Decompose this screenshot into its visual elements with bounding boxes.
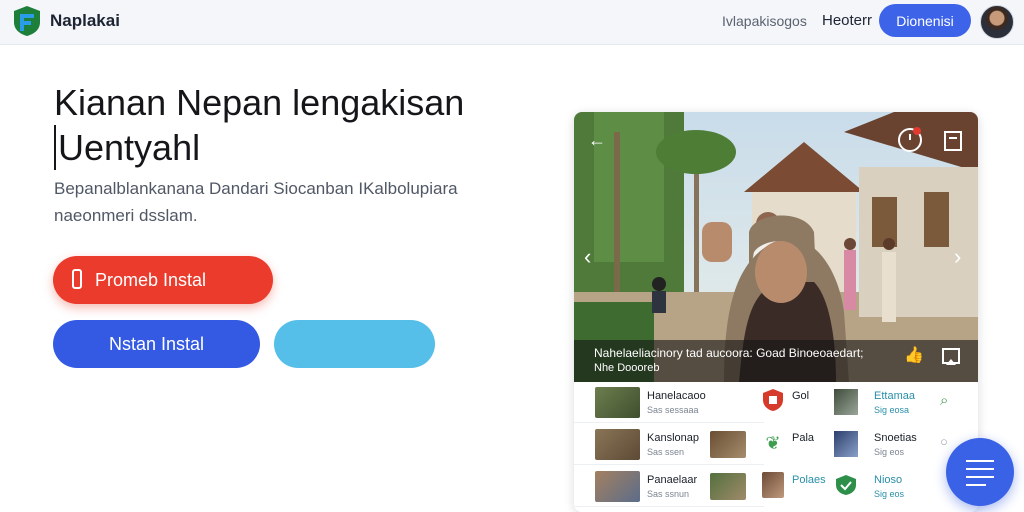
thumbnail-image-secondary bbox=[710, 431, 746, 458]
hero-title-line-2: Uentyahl bbox=[54, 125, 514, 170]
video-card: Nahelaeliacinory tad aucoora: Goad Binoe… bbox=[574, 112, 978, 512]
list-item-title: Hanelacaoo bbox=[647, 390, 706, 402]
list-item-subtitle: Sas sessaaa bbox=[647, 405, 699, 415]
tertiary-button[interactable] bbox=[274, 320, 435, 368]
right-list-subtitle: Sig eosa bbox=[874, 405, 910, 415]
back-arrow-icon[interactable]: ← bbox=[588, 130, 606, 150]
leaf-icon: ❦ bbox=[765, 433, 781, 453]
primary-install-label: Promeb Instal bbox=[95, 270, 207, 290]
hero-subtitle-line-2: naeonmeri dsslam. bbox=[54, 206, 198, 225]
hero-subtitle: Bepanalblankanana Dandari Siocanban IKal… bbox=[54, 175, 514, 229]
thumbs-up-icon[interactable]: 👍 bbox=[904, 346, 924, 366]
thumbnail-image bbox=[834, 431, 858, 457]
thumbnail-image-secondary bbox=[710, 473, 746, 500]
video-list: Hanelacaoo Sas sessaaa Kanslonap Sas sse… bbox=[574, 382, 978, 512]
list-item-subtitle: Sas ssnun bbox=[647, 489, 690, 499]
thumbnail-image bbox=[834, 389, 858, 415]
phone-icon bbox=[72, 269, 82, 289]
list-row[interactable]: Kanslonap Sas ssen bbox=[574, 424, 764, 465]
right-list-title: Snoetias bbox=[874, 432, 917, 444]
primary-install-button[interactable]: Promeb Instal bbox=[53, 256, 273, 304]
secondary-install-button[interactable]: Nstan Instal bbox=[53, 320, 260, 368]
right-list-subtitle: Sig eos bbox=[874, 489, 905, 499]
thumbnail-image bbox=[595, 429, 640, 460]
shield-check-icon bbox=[836, 475, 856, 495]
right-list-subtitle: Sig eos bbox=[874, 447, 905, 457]
user-avatar[interactable] bbox=[980, 5, 1014, 39]
list-icon-line bbox=[966, 468, 994, 470]
right-list-label: Gol bbox=[792, 390, 810, 402]
brand-name[interactable]: Naplakai bbox=[50, 11, 120, 31]
list-icon-line bbox=[966, 484, 986, 486]
cast-icon[interactable] bbox=[940, 346, 962, 368]
thumbnail-image bbox=[595, 471, 640, 502]
search-icon[interactable]: ⌕ bbox=[940, 392, 948, 409]
list-item-subtitle: Sas ssen bbox=[647, 447, 685, 457]
thumbnail-image bbox=[762, 472, 784, 498]
circle-icon[interactable]: ○ bbox=[940, 434, 948, 449]
hero-subtitle-line-1: Bepanalblankanana Dandari Siocanban IKal… bbox=[54, 179, 458, 198]
thumbnail-image bbox=[595, 387, 640, 418]
list-row[interactable]: Hanelacaoo Sas sessaaa bbox=[574, 382, 764, 423]
top-header: Naplakai Ivlapakisogos Heoterr Dionenisi bbox=[0, 0, 1024, 45]
bookmark-icon[interactable] bbox=[942, 130, 964, 152]
nav-link-1[interactable]: Ivlapakisogos bbox=[722, 13, 807, 29]
list-item-title: Kanslonap bbox=[647, 432, 699, 444]
logo-icon[interactable] bbox=[12, 5, 42, 37]
right-list-label: Polaes bbox=[792, 474, 826, 486]
video-caption-text: Nahelaeliacinory tad aucoora: Goad Binoe… bbox=[594, 346, 864, 360]
right-list-title: Ettamaa bbox=[874, 390, 915, 402]
menu-fab-button[interactable] bbox=[946, 438, 1014, 506]
hero-title-line-1: Kianan Nepan lengakisan bbox=[54, 82, 465, 123]
list-icon bbox=[966, 460, 994, 462]
shield-icon bbox=[762, 388, 784, 414]
previous-icon[interactable]: ‹ bbox=[584, 246, 591, 268]
list-item-title: Panaelaar bbox=[647, 474, 698, 486]
next-icon[interactable]: › bbox=[954, 246, 961, 268]
list-icon-line bbox=[966, 476, 994, 478]
timer-icon[interactable] bbox=[896, 126, 924, 154]
right-list-title: Nioso bbox=[874, 474, 903, 486]
video-caption-subtext: Nhe Doooreb bbox=[594, 362, 660, 374]
nav-link-2[interactable]: Heoterr bbox=[822, 12, 872, 29]
header-cta-button[interactable]: Dionenisi bbox=[879, 4, 971, 37]
list-row[interactable]: Panaelaar Sas ssnun bbox=[574, 466, 764, 507]
hero-title: Kianan Nepan lengakisan Uentyahl bbox=[54, 80, 514, 170]
right-list-label: Pala bbox=[792, 432, 815, 444]
